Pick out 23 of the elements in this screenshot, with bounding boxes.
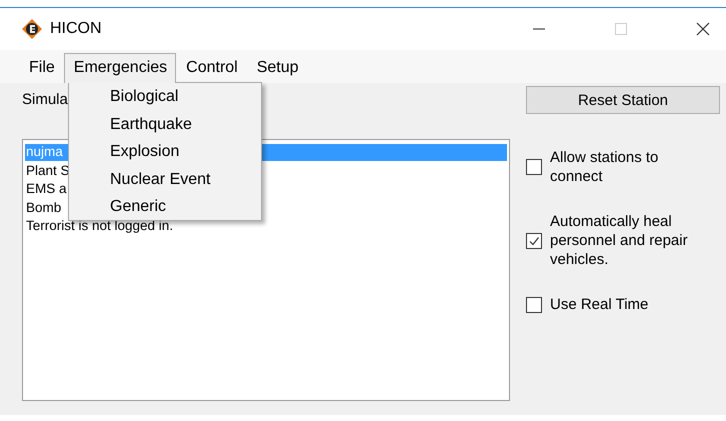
- option-label: Automatically heal personnel and repair vehicles.: [550, 212, 689, 269]
- option-label: Allow stations to connect: [550, 148, 660, 186]
- reset-station-button[interactable]: Reset Station: [526, 86, 720, 114]
- menu-item[interactable]: File: [19, 53, 64, 83]
- menu-option[interactable]: Explosion: [110, 138, 180, 166]
- menu-item[interactable]: Emergencies: [64, 53, 176, 83]
- close-icon[interactable]: [696, 22, 710, 36]
- checkbox[interactable]: [526, 296, 542, 312]
- menu-item[interactable]: Setup: [246, 53, 308, 83]
- status-label: Simula: [22, 91, 68, 108]
- checkbox[interactable]: [526, 232, 542, 248]
- app-logo-icon: [22, 19, 42, 39]
- log-entry[interactable]: Terrorist is not logged in.: [26, 218, 174, 233]
- checkbox[interactable]: [526, 159, 542, 175]
- window-title: HICON: [50, 20, 102, 38]
- option-label: Use Real Time: [550, 295, 648, 314]
- menu-option[interactable]: Nuclear Event: [110, 166, 210, 193]
- menu-item[interactable]: Control: [176, 53, 247, 83]
- log-entry[interactable]: Bomb: [26, 200, 62, 214]
- menu-option[interactable]: Earthquake: [110, 110, 192, 138]
- menu-option[interactable]: Generic: [110, 193, 166, 220]
- menu-option[interactable]: Biological: [110, 83, 178, 110]
- log-entry[interactable]: EMS a: [26, 181, 67, 196]
